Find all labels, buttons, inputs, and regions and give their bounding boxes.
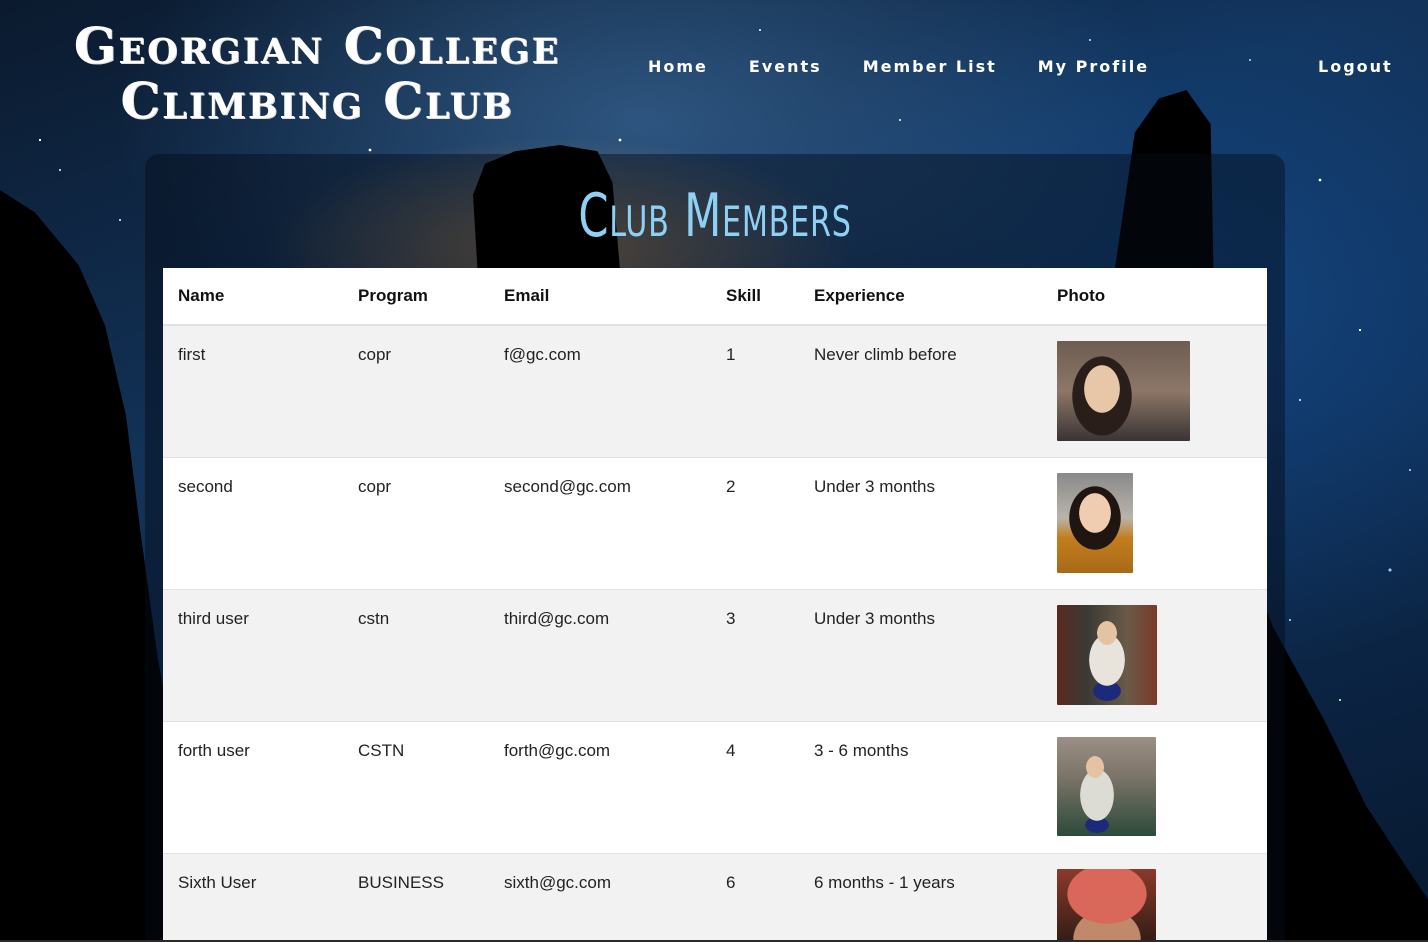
table-row: first copr f@gc.com 1 Never climb before bbox=[163, 324, 1267, 458]
members-table-container: Name Program Email Skill Experience Phot… bbox=[163, 268, 1267, 942]
member-photo-cell bbox=[1042, 457, 1267, 590]
member-name: forth user bbox=[163, 721, 343, 854]
members-table: Name Program Email Skill Experience Phot… bbox=[163, 268, 1267, 942]
member-photo-cell bbox=[1042, 589, 1267, 722]
member-email: forth@gc.com bbox=[489, 721, 711, 854]
member-program: copr bbox=[343, 457, 489, 590]
member-photo-cell bbox=[1042, 324, 1267, 458]
member-experience: 6 months - 1 years bbox=[799, 853, 1042, 942]
column-header-photo: Photo bbox=[1042, 268, 1267, 326]
column-header-program: Program bbox=[343, 268, 489, 326]
member-experience: Under 3 months bbox=[799, 589, 1042, 722]
nav-events-link[interactable]: Events bbox=[749, 57, 822, 76]
nav-member-list-link[interactable]: Member List bbox=[863, 57, 997, 76]
member-program: copr bbox=[343, 324, 489, 458]
member-program: BUSINESS bbox=[343, 853, 489, 942]
nav-home-link[interactable]: Home bbox=[648, 57, 708, 76]
member-photo bbox=[1057, 473, 1133, 573]
site-title: Georgian College Climbing Club bbox=[22, 18, 612, 128]
member-name: third user bbox=[163, 589, 343, 722]
main-nav: Home Events Member List My Profile bbox=[648, 57, 1190, 76]
member-skill: 3 bbox=[711, 589, 799, 722]
member-experience: Under 3 months bbox=[799, 457, 1042, 590]
member-photo bbox=[1057, 737, 1156, 836]
nav-my-profile-link[interactable]: My Profile bbox=[1038, 57, 1149, 76]
member-photo bbox=[1057, 341, 1190, 441]
column-header-experience: Experience bbox=[799, 268, 1042, 326]
member-skill: 1 bbox=[711, 324, 799, 458]
member-skill: 6 bbox=[711, 853, 799, 942]
member-skill: 4 bbox=[711, 721, 799, 854]
column-header-skill: Skill bbox=[711, 268, 799, 326]
member-skill: 2 bbox=[711, 457, 799, 590]
site-title-line2: Climbing Club bbox=[120, 71, 514, 130]
member-email: f@gc.com bbox=[489, 324, 711, 458]
table-row: third user cstn third@gc.com 3 Under 3 m… bbox=[163, 589, 1267, 722]
member-photo-cell bbox=[1042, 721, 1267, 854]
member-program: CSTN bbox=[343, 721, 489, 854]
table-row: forth user CSTN forth@gc.com 4 3 - 6 mon… bbox=[163, 721, 1267, 854]
member-experience: 3 - 6 months bbox=[799, 721, 1042, 854]
member-experience: Never climb before bbox=[799, 324, 1042, 458]
member-email: sixth@gc.com bbox=[489, 853, 711, 942]
member-photo bbox=[1057, 605, 1157, 705]
member-name: second bbox=[163, 457, 343, 590]
member-program: cstn bbox=[343, 589, 489, 722]
column-header-email: Email bbox=[489, 268, 711, 326]
members-table-header: Name Program Email Skill Experience Phot… bbox=[163, 268, 1267, 326]
site-title-line1: Georgian College bbox=[73, 16, 561, 75]
page-heading: Club Members bbox=[578, 181, 852, 251]
table-row: Sixth User BUSINESS sixth@gc.com 6 6 mon… bbox=[163, 853, 1267, 942]
logout-link[interactable]: Logout bbox=[1318, 57, 1393, 76]
member-name: first bbox=[163, 324, 343, 458]
member-email: third@gc.com bbox=[489, 589, 711, 722]
column-header-name: Name bbox=[163, 268, 343, 326]
member-photo bbox=[1057, 869, 1156, 942]
member-name: Sixth User bbox=[163, 853, 343, 942]
table-row: second copr second@gc.com 2 Under 3 mont… bbox=[163, 457, 1267, 590]
member-photo-cell bbox=[1042, 853, 1267, 942]
member-email: second@gc.com bbox=[489, 457, 711, 590]
